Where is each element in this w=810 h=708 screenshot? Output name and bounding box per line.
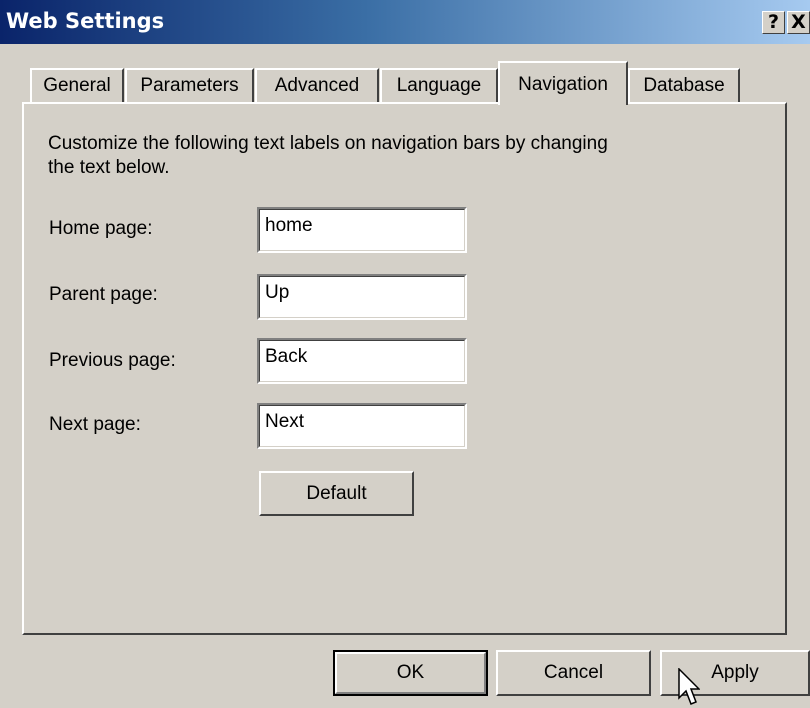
next-page-input[interactable]: Next — [257, 403, 467, 449]
home-page-input[interactable]: home — [257, 207, 467, 253]
help-button[interactable]: ? — [762, 11, 785, 34]
default-button[interactable]: Default — [259, 471, 414, 516]
tab-navigation[interactable]: Navigation — [498, 61, 628, 105]
parent-page-label: Parent page: — [49, 284, 158, 305]
tab-parameters[interactable]: Parameters — [125, 68, 254, 102]
tab-general[interactable]: General — [30, 68, 124, 102]
ok-button[interactable]: OK — [333, 650, 488, 696]
title-bar[interactable]: Web Settings ? X — [0, 0, 810, 44]
tab-language[interactable]: Language — [380, 68, 498, 102]
web-settings-dialog: Web Settings ? X General Parameters Adva… — [0, 0, 810, 708]
ok-button-label: OK — [396, 662, 425, 683]
mouse-pointer-icon — [678, 668, 700, 705]
tab-advanced[interactable]: Advanced — [255, 68, 379, 102]
window-title: Web Settings — [6, 9, 165, 33]
parent-page-input[interactable]: Up — [257, 274, 467, 320]
previous-page-input[interactable]: Back — [257, 338, 467, 384]
next-page-label: Next page: — [49, 414, 141, 435]
close-button[interactable]: X — [787, 11, 810, 34]
home-page-label: Home page: — [49, 218, 153, 239]
cancel-button[interactable]: Cancel — [496, 650, 651, 696]
previous-page-label: Previous page: — [49, 350, 176, 371]
navigation-description: Customize the following text labels on n… — [48, 133, 608, 178]
tab-database[interactable]: Database — [628, 68, 740, 102]
